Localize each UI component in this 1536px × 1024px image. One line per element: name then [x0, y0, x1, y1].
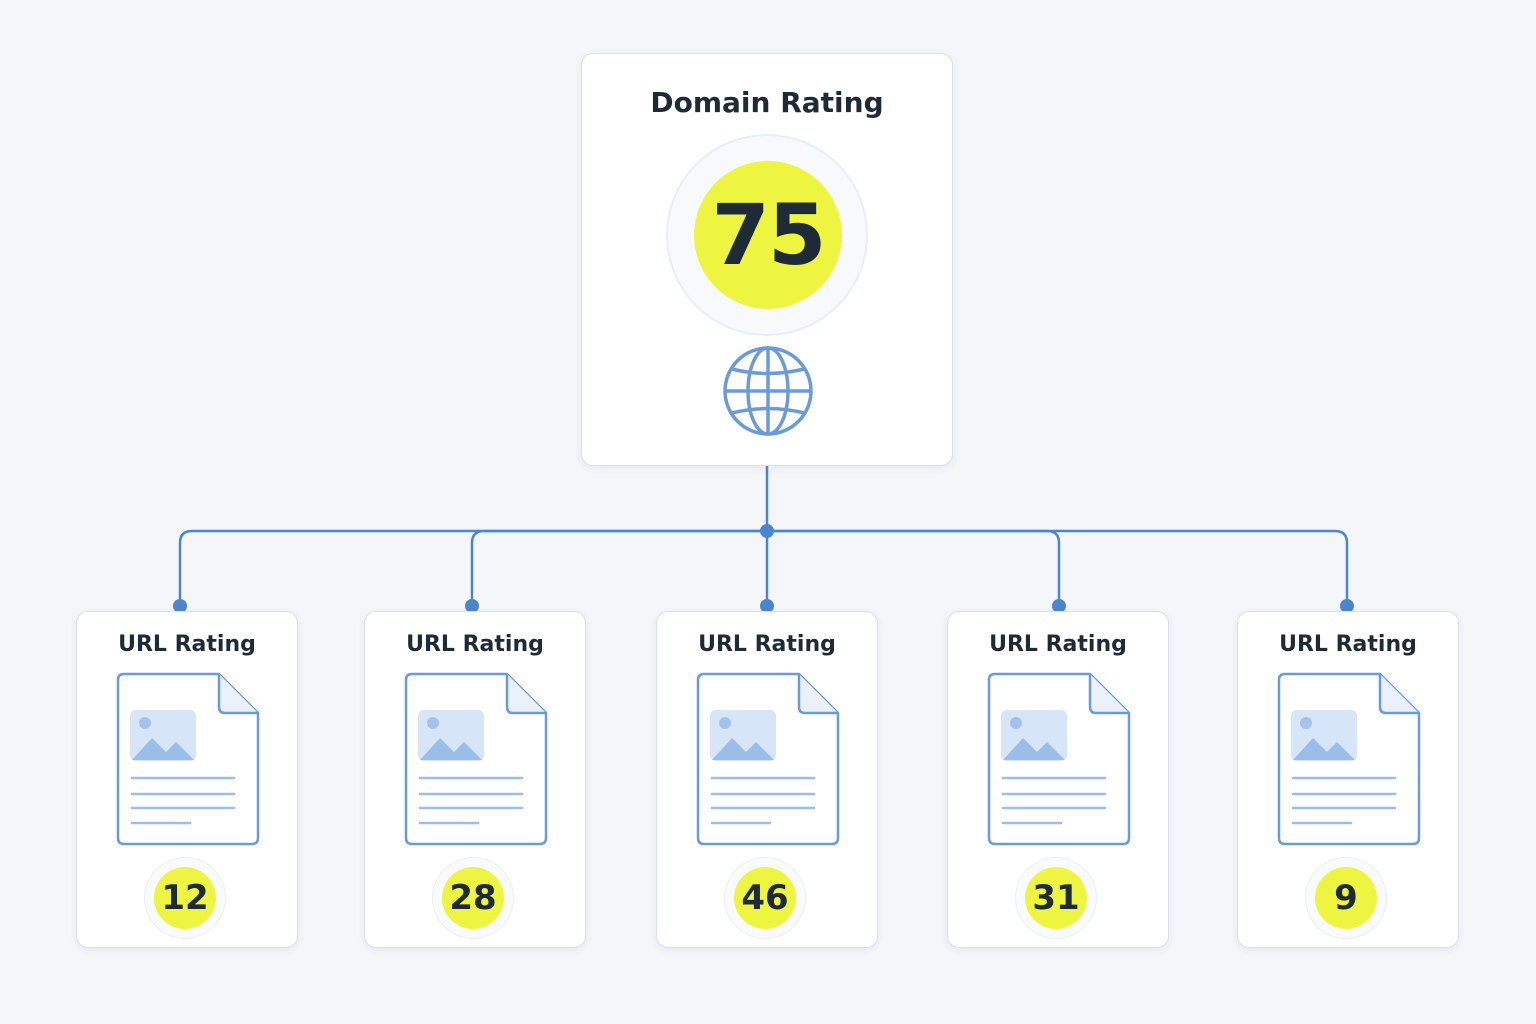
url-rating-card-5: URL Rating 9	[1237, 611, 1459, 948]
document-icon	[404, 672, 548, 846]
url-rating-value: 31	[1025, 867, 1087, 929]
domain-rating-value: 75	[694, 161, 842, 309]
branch-connector-5	[765, 529, 1349, 608]
domain-rating-title: Domain Rating	[650, 86, 884, 119]
url-rating-title: URL Rating	[698, 632, 836, 657]
document-icon	[1277, 672, 1421, 846]
url-rating-value: 46	[734, 867, 796, 929]
url-rating-value: 9	[1315, 867, 1377, 929]
document-icon	[696, 672, 840, 846]
url-rating-value: 12	[154, 867, 216, 929]
junction-dot	[760, 524, 774, 538]
url-rating-card-2: URL Rating 28	[364, 611, 586, 948]
url-rating-title: URL Rating	[406, 632, 544, 657]
branch-connector-4	[765, 529, 1061, 608]
branch-connector-2	[470, 529, 769, 608]
url-rating-card-1: URL Rating 12	[76, 611, 298, 948]
branch-connector-1	[178, 529, 769, 608]
domain-rating-card: Domain Rating 75	[581, 53, 953, 466]
url-rating-title: URL Rating	[1279, 632, 1417, 657]
url-rating-card-3: URL Rating 46	[656, 611, 878, 948]
url-rating-value: 28	[442, 867, 504, 929]
url-rating-title: URL Rating	[118, 632, 256, 657]
url-rating-card-4: URL Rating 31	[947, 611, 1169, 948]
url-rating-title: URL Rating	[989, 632, 1127, 657]
document-icon	[116, 672, 260, 846]
globe-icon	[723, 346, 813, 436]
document-icon	[987, 672, 1131, 846]
